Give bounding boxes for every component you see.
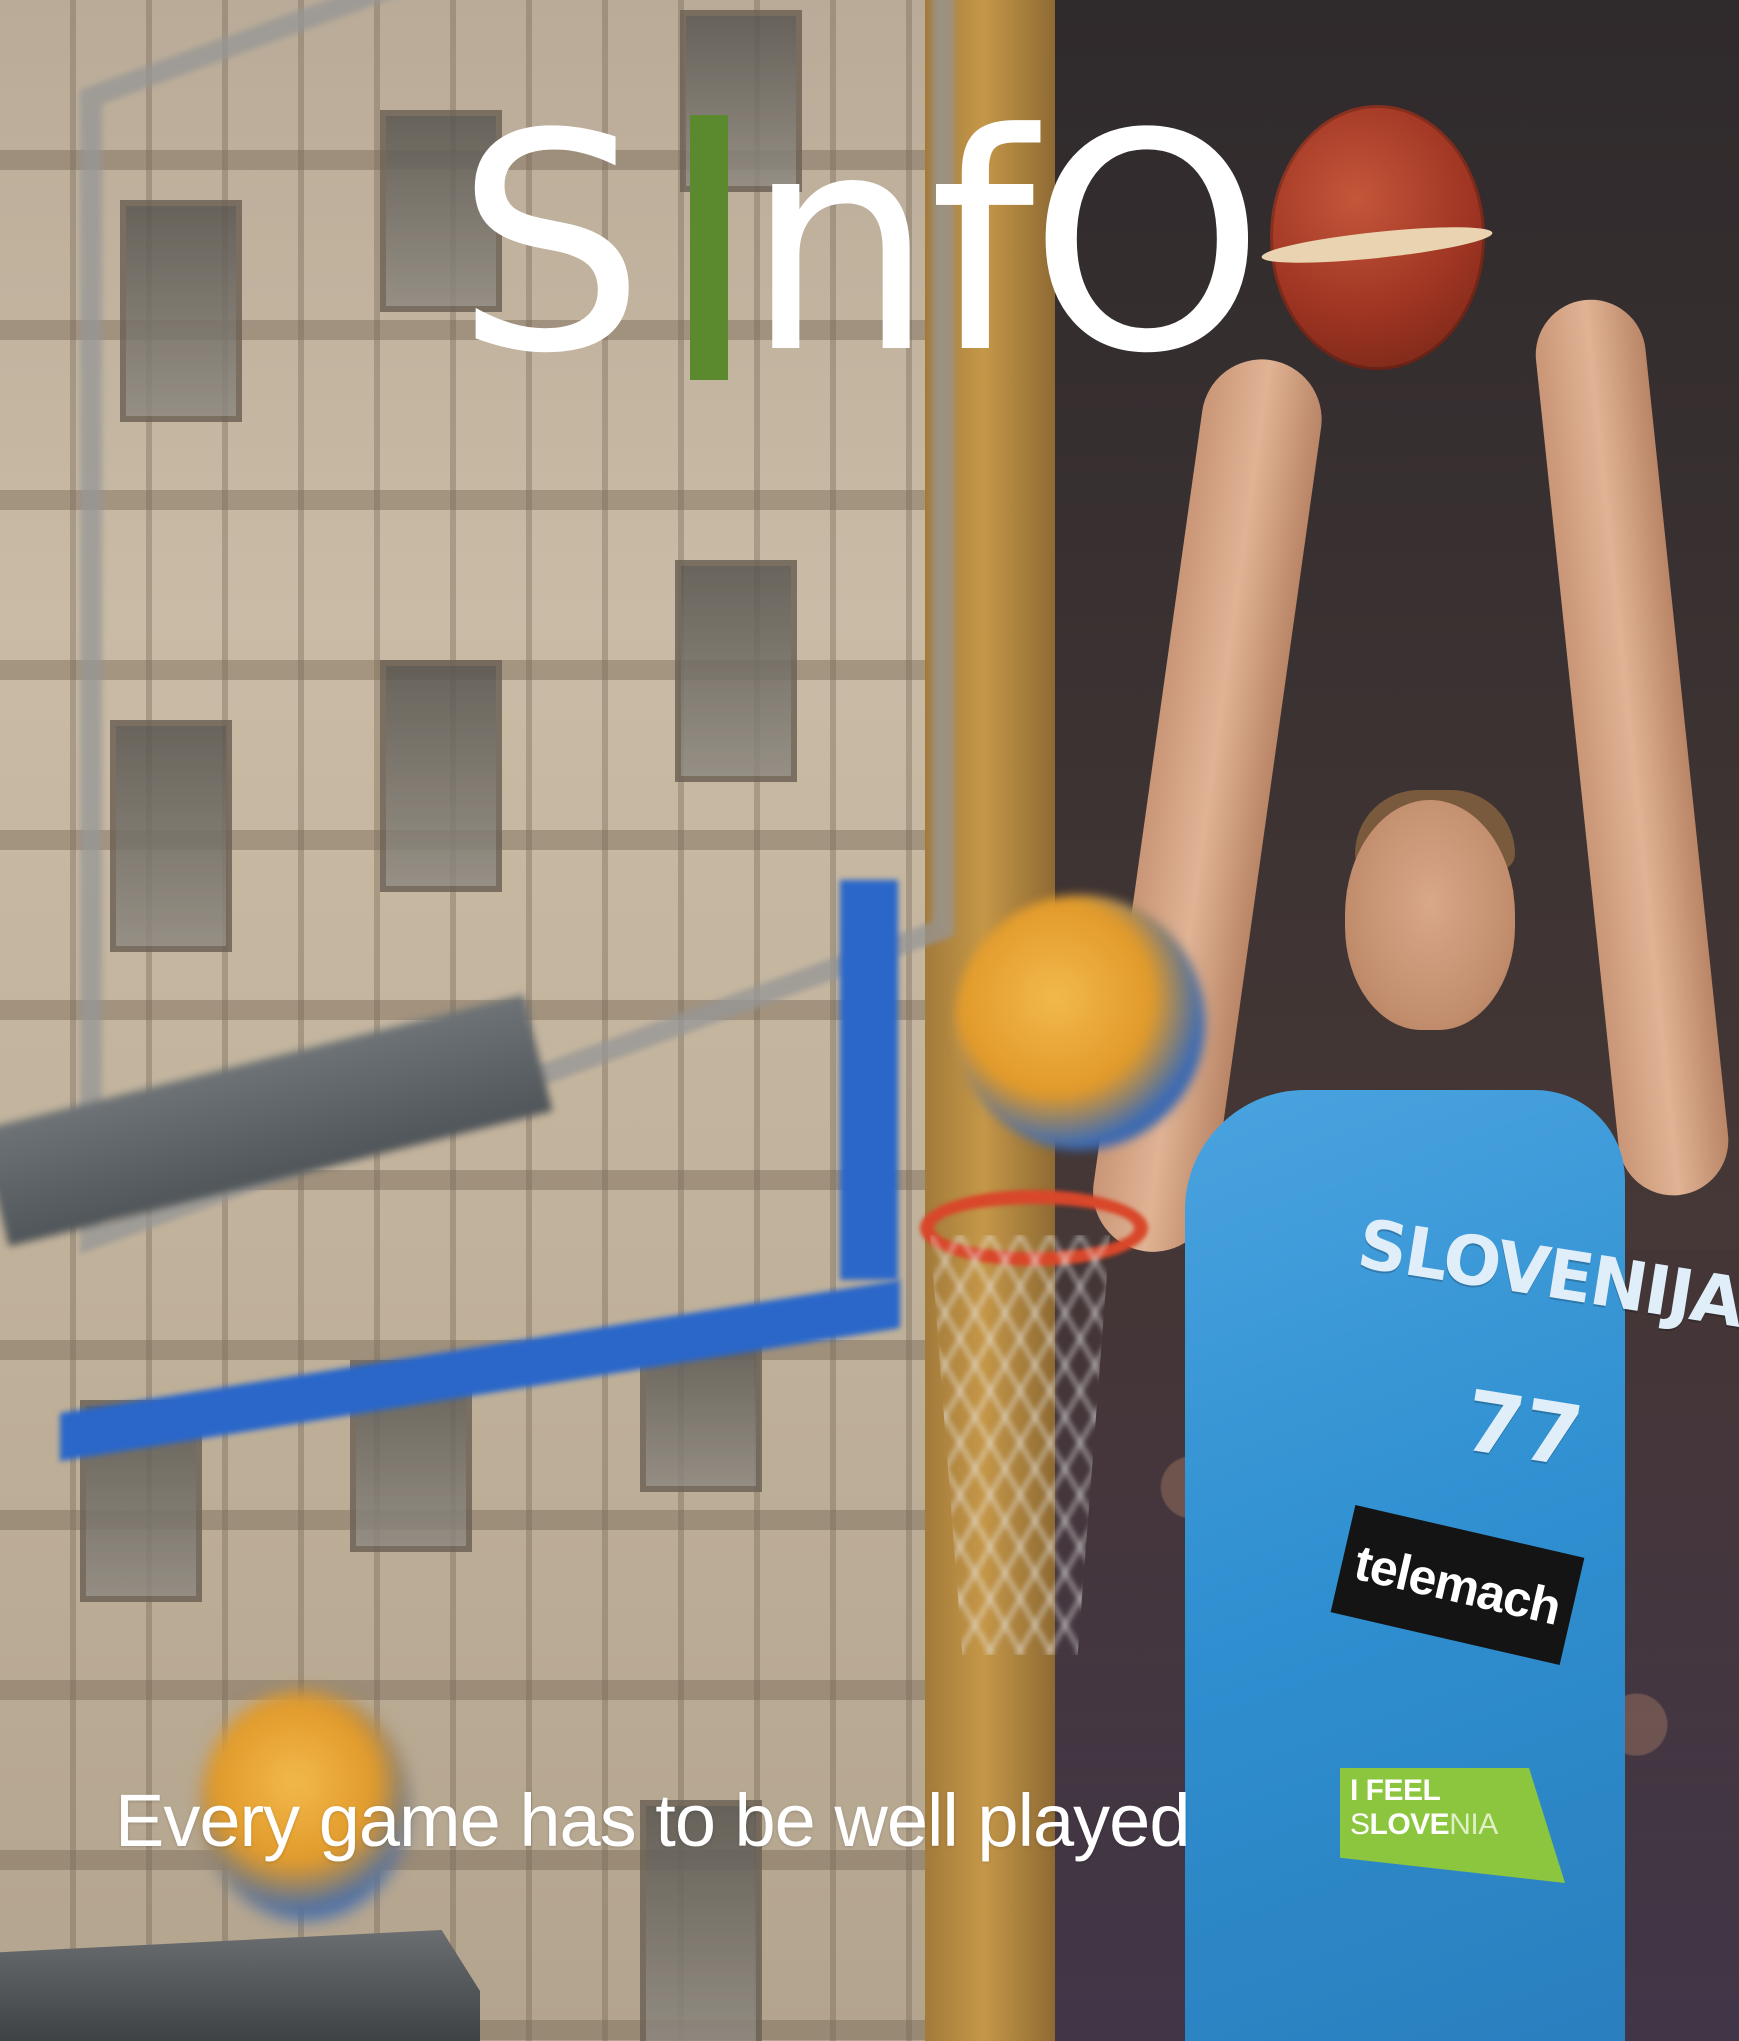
badge-nia: NIA (1449, 1808, 1498, 1841)
cover-tagline: Every game has to be well played (115, 1779, 1190, 1862)
badge-line-2: SLOVENIA (1350, 1808, 1498, 1842)
logo-letter-i (690, 115, 728, 380)
basketball (1270, 105, 1485, 370)
badge-line-1: I FEEL (1350, 1774, 1441, 1807)
magazine-cover: SLOVENIJA 77 telemach S nfO Every game h… (0, 0, 1739, 2041)
3x3-ball (955, 895, 1205, 1150)
logo-letters-nfo: nfO (745, 70, 1265, 419)
player-head (1345, 800, 1515, 1030)
logo-letter-s: S (455, 70, 645, 419)
badge-s: S (1350, 1808, 1370, 1841)
badge-love: LOVE (1369, 1808, 1450, 1841)
backboard-frame (840, 880, 898, 1280)
jersey-number: 77 (1458, 1371, 1589, 1487)
